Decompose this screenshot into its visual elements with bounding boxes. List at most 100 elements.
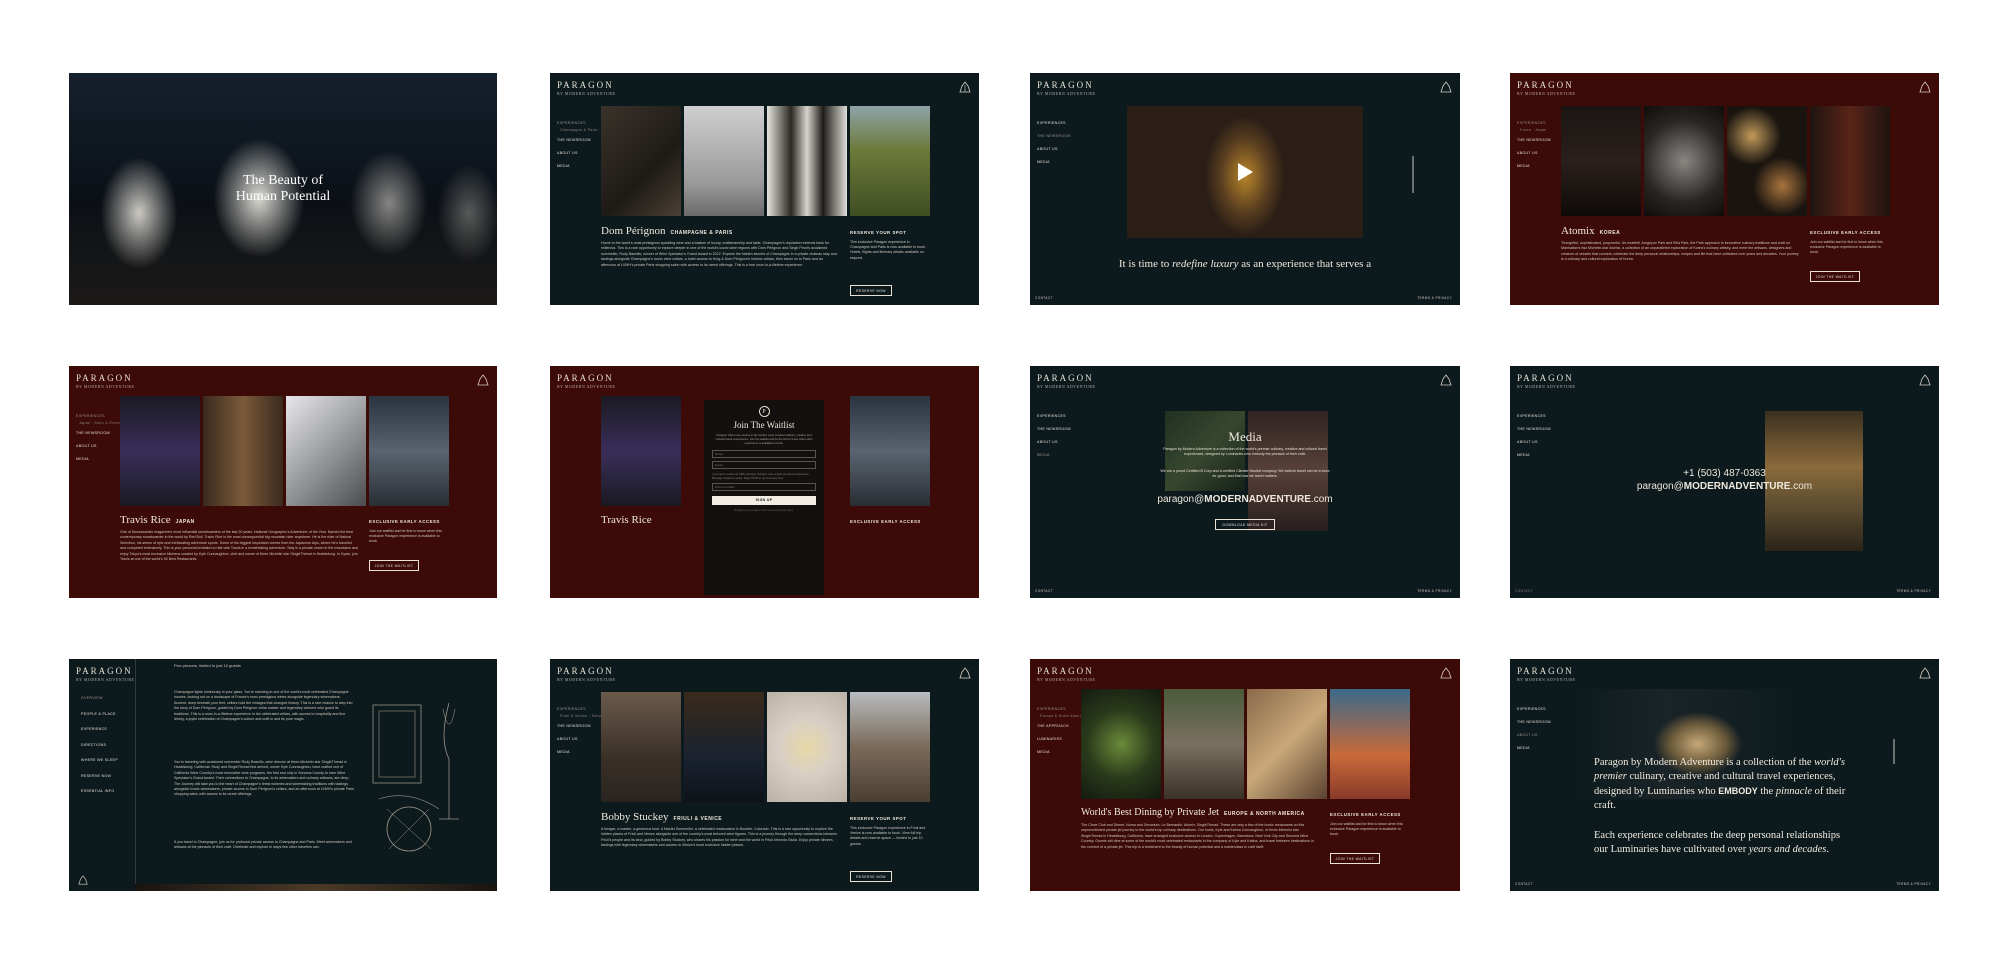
nav-experiences-sub[interactable]: Korea · Japan [1517,128,1562,133]
join-waitlist-button[interactable]: JOIN THE WAITLIST [1330,853,1380,864]
play-icon[interactable] [1238,163,1253,181]
media-email-post[interactable]: .com [1311,494,1333,505]
nav-media[interactable]: MEDIA [557,164,602,168]
nav-media[interactable]: MEDIA [1037,453,1082,457]
nav-experiences[interactable]: EXPERIENCES [1037,414,1082,418]
nav-about[interactable]: ABOUT US [557,737,602,741]
logo[interactable]: PARAGON BY MODERN ADVENTURE [76,373,134,389]
footer-contact[interactable]: CONTACT [1035,589,1053,593]
overview-nav-item[interactable]: WHERE WE SLEEP [81,758,131,762]
nav-newsroom[interactable]: THE NEWSROOM [1517,720,1562,724]
nav-experiences[interactable]: EXPERIENCES [557,121,602,125]
logo[interactable]: PARAGON BY MODERN ADVENTURE [1037,80,1095,96]
overview-nav-item[interactable]: RESERVE NOW [81,774,131,778]
nav-experiences-sub[interactable]: Japan · Soho & Riviera [76,421,122,426]
contact-email-post[interactable]: .com [1790,481,1812,492]
nav-media[interactable]: MEDIA [1517,746,1562,750]
scrollbar[interactable] [1412,156,1414,193]
nav-media[interactable]: MEDIA [1517,453,1562,457]
nav-experiences[interactable]: EXPERIENCES [1037,707,1082,711]
nav-experiences[interactable]: EXPERIENCES [557,707,602,711]
join-waitlist-button[interactable]: JOIN THE WAITLIST [1810,271,1860,282]
scrollbar[interactable] [1893,739,1895,764]
contact-email-bold[interactable]: MODERNADVENTURE [1684,481,1791,492]
logo[interactable]: PARAGON BY MODERN ADVENTURE [1517,80,1575,96]
footer-terms[interactable]: TERMS & PRIVACY [1417,589,1452,593]
crest-icon[interactable] [1440,374,1452,386]
nav-media[interactable]: MEDIA [76,457,121,461]
crest-icon[interactable] [959,667,971,679]
nav-luminaries[interactable]: LUMINARIES [1037,737,1082,741]
experience-body: One of Snowboarder magazine's most influ… [120,530,358,562]
nav-newsroom[interactable]: THE NEWSROOM [1037,134,1082,138]
footer-contact[interactable]: CONTACT [1035,296,1053,300]
nav-experiences-sub[interactable]: Europe & North America · Soho & Riviera … [1037,714,1133,719]
overview-para1: Champagne lights luminously in your glas… [174,690,353,722]
nav-experiences[interactable]: EXPERIENCES [1517,414,1562,418]
nav-experiences[interactable]: EXPERIENCES [1517,121,1562,125]
nav-about[interactable]: ABOUT US [1517,733,1562,737]
logo[interactable]: PARAGON BY MODERN ADVENTURE [1517,373,1575,389]
crest-icon[interactable] [1919,667,1931,679]
contact-phone[interactable]: +1 (503) 487-0363 [1510,468,1939,479]
nav-newsroom[interactable]: THE NEWSROOM [557,724,602,728]
nav-experiences[interactable]: EXPERIENCES [76,414,121,418]
media-email-bold[interactable]: MODERNADVENTURE [1204,494,1311,505]
logo[interactable]: PARAGON BY MODERN ADVENTURE [1037,373,1095,389]
architecture-photo [1330,689,1410,799]
footer-terms[interactable]: TERMS & PRIVACY [1896,589,1931,593]
nav-about[interactable]: ABOUT US [1517,440,1562,444]
logo[interactable]: PARAGON BY MODERN ADVENTURE [1037,666,1095,682]
video-player[interactable] [1127,106,1363,238]
crest-icon[interactable] [1440,667,1452,679]
join-waitlist-button[interactable]: JOIN THE WAITLIST [369,560,419,571]
manifesto-para1: Paragon by Modern Adventure is a collect… [1594,756,1856,813]
logo[interactable]: PARAGON BY MODERN ADVENTURE [76,666,134,682]
nav-about[interactable]: ABOUT US [1517,151,1562,155]
sign-up-button[interactable]: SIGN UP [712,496,816,506]
nav-experiences-sub[interactable]: Friuli & Venice · Soho & Riviera · Japan [557,714,635,719]
crest-icon[interactable] [78,875,88,885]
overview-nav-item[interactable]: PEOPLE & PLACE [81,712,131,716]
nav-media[interactable]: MEDIA [1037,160,1082,164]
overview-nav-item[interactable]: EXPERIENCE [81,727,131,731]
nav-experiences[interactable]: EXPERIENCES [1037,121,1082,125]
email-input[interactable] [712,461,816,469]
name-input[interactable] [712,450,816,458]
phone-input[interactable] [712,483,816,492]
crest-icon[interactable] [1919,81,1931,93]
crest-icon[interactable] [959,81,971,93]
logo[interactable]: PARAGON BY MODERN ADVENTURE [557,666,615,682]
logo[interactable]: PARAGON BY MODERN ADVENTURE [1517,666,1575,682]
footer-terms[interactable]: TERMS & PRIVACY [1417,296,1452,300]
nav-media[interactable]: MEDIA [1517,164,1562,168]
nav-about[interactable]: ABOUT US [76,444,121,448]
nav-about[interactable]: ABOUT US [557,151,602,155]
nav-newsroom[interactable]: THE NEWSROOM [1517,138,1562,142]
crest-icon[interactable] [1440,81,1452,93]
overview-nav-item[interactable]: OVERVIEW [81,696,131,700]
overview-nav-item[interactable]: DIRECTIONS [81,743,131,747]
nav-newsroom[interactable]: THE NEWSROOM [76,431,121,435]
overview-nav-item[interactable]: ESSENTIAL INFO [81,789,131,793]
footer-contact[interactable]: CONTACT [1515,882,1533,886]
nav-approach[interactable]: THE APPROACH [1037,724,1082,728]
footer-contact[interactable]: CONTACT [1515,589,1533,593]
nav-media[interactable]: MEDIA [557,750,602,754]
nav-about[interactable]: ABOUT US [1037,147,1082,151]
media-email-pre[interactable]: paragon@ [1157,494,1204,505]
crest-icon[interactable] [1919,374,1931,386]
nav-experiences[interactable]: EXPERIENCES [1517,707,1562,711]
reserve-now-button[interactable]: RESERVE NOW [850,871,892,882]
download-media-kit-button[interactable]: DOWNLOAD MEDIA KIT [1215,519,1275,530]
contact-email-pre[interactable]: paragon@ [1637,481,1684,492]
nav-newsroom[interactable]: THE NEWSROOM [1517,427,1562,431]
logo[interactable]: PARAGON BY MODERN ADVENTURE [557,80,615,96]
logo[interactable]: PARAGON BY MODERN ADVENTURE [557,373,615,389]
nav-experiences-sub[interactable]: Champagne & Paris · Soho & Riviera · Jap… [557,128,645,133]
crest-icon[interactable] [477,374,489,386]
reserve-now-button[interactable]: RESERVE NOW [850,285,892,296]
footer-terms[interactable]: TERMS & PRIVACY [1896,882,1931,886]
nav-newsroom[interactable]: THE NEWSROOM [557,138,602,142]
nav-media[interactable]: MEDIA [1037,750,1082,754]
